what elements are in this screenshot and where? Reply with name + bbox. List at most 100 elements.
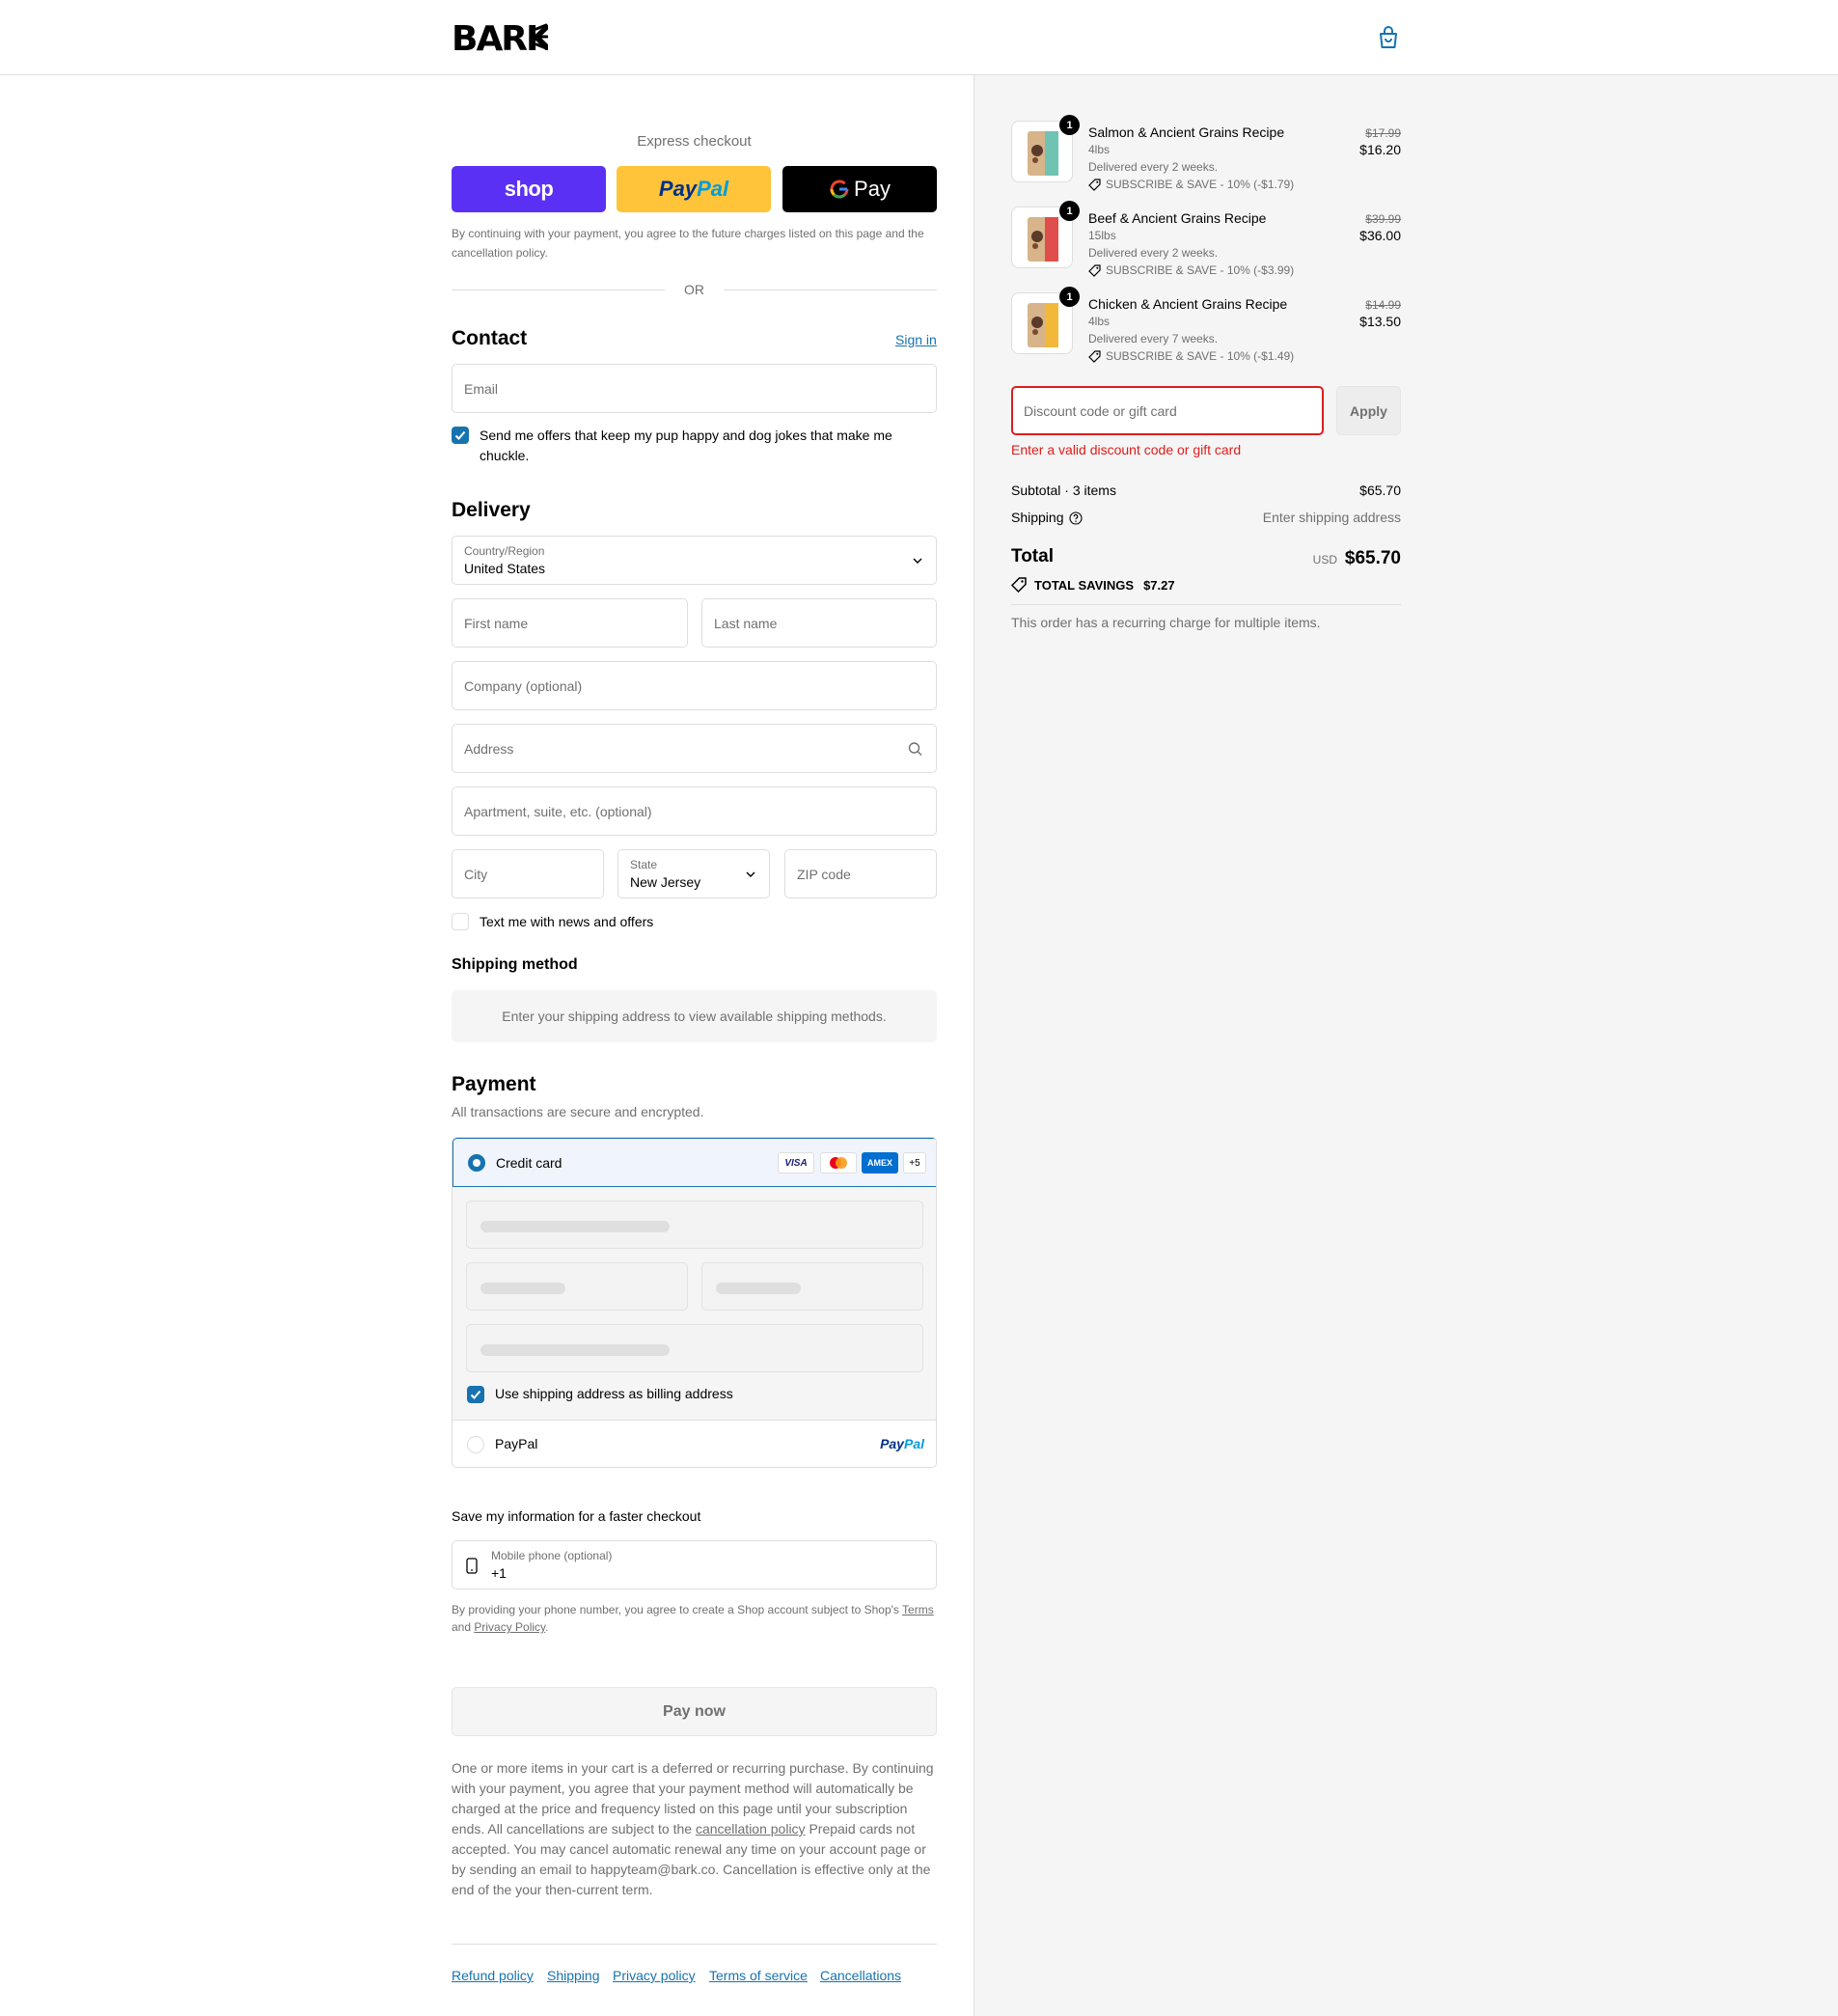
item-discount: SUBSCRIBE & SAVE - 10% (-$1.49) bbox=[1088, 349, 1294, 363]
footer: Refund policy Shipping Privacy policy Te… bbox=[452, 1944, 937, 1983]
item-price: $36.00 bbox=[1359, 228, 1401, 243]
offers-checkbox[interactable] bbox=[452, 427, 469, 447]
shipping-method-title: Shipping method bbox=[452, 956, 578, 973]
help-icon[interactable] bbox=[1069, 511, 1083, 525]
shop-pay-label: shop bbox=[504, 177, 554, 201]
total-savings-value: $7.27 bbox=[1143, 577, 1175, 593]
country-label: Country/Region bbox=[464, 544, 545, 558]
item-frequency: Delivered every 7 weeks. bbox=[1088, 332, 1219, 345]
recurring-charge-note: This order has a recurring charge for mu… bbox=[1011, 615, 1321, 630]
company-field[interactable]: Company (optional) bbox=[452, 661, 937, 710]
item-frequency: Delivered every 2 weeks. bbox=[1088, 160, 1219, 174]
state-value: New Jersey bbox=[630, 874, 701, 890]
paypal-logo-b: Pal bbox=[903, 1436, 924, 1451]
credit-card-label: Credit card bbox=[496, 1155, 562, 1171]
google-pay-button[interactable]: Pay bbox=[782, 166, 937, 212]
apartment-field[interactable]: Apartment, suite, etc. (optional) bbox=[452, 787, 937, 836]
item-original-price: $17.99 bbox=[1365, 126, 1401, 140]
currency-code: USD bbox=[1312, 553, 1337, 566]
cart-item: 1 Salmon & Ancient Grains Recipe 4lbs De… bbox=[1011, 115, 1401, 198]
privacy-policy-link[interactable]: Privacy policy bbox=[613, 1968, 696, 1983]
cancellations-link[interactable]: Cancellations bbox=[820, 1968, 901, 1983]
sign-in-link[interactable]: Sign in bbox=[895, 332, 937, 347]
contact-title: Contact bbox=[452, 327, 528, 349]
country-select[interactable]: Country/Region United States bbox=[452, 536, 937, 585]
shop-pay-button[interactable]: shop bbox=[452, 166, 606, 212]
expiry-field[interactable] bbox=[466, 1262, 688, 1311]
state-select[interactable]: State New Jersey bbox=[617, 849, 770, 898]
name-on-card-field[interactable] bbox=[466, 1324, 923, 1372]
total-label: Total bbox=[1011, 546, 1054, 566]
paypal-radio[interactable] bbox=[467, 1436, 484, 1453]
text-me-checkbox[interactable] bbox=[452, 913, 469, 933]
payment-title: Payment bbox=[452, 1073, 536, 1095]
amex-icon: AMEX bbox=[862, 1152, 898, 1174]
text-me-checkbox-box[interactable] bbox=[452, 913, 469, 930]
billing-label: Use shipping address as billing address bbox=[495, 1386, 733, 1401]
security-code-field[interactable] bbox=[701, 1262, 923, 1311]
zip-placeholder: ZIP code bbox=[797, 866, 851, 882]
tag-icon bbox=[1088, 349, 1101, 363]
mobile-phone-field[interactable]: Mobile phone (optional) +1 bbox=[452, 1540, 937, 1589]
last-name-field[interactable]: Last name bbox=[701, 598, 937, 648]
billing-checkbox[interactable] bbox=[467, 1386, 484, 1403]
credit-card-radio[interactable] bbox=[468, 1154, 485, 1172]
email-placeholder: Email bbox=[464, 380, 499, 397]
discount-code-input[interactable]: Discount code or gift card bbox=[1011, 386, 1324, 435]
item-name: Beef & Ancient Grains Recipe bbox=[1088, 210, 1267, 226]
cancellation-policy-link[interactable]: cancellation policy bbox=[696, 1821, 806, 1836]
shop-terms-link[interactable]: Terms bbox=[902, 1603, 934, 1616]
refund-policy-link[interactable]: Refund policy bbox=[452, 1968, 534, 1983]
shopping-bag-icon[interactable] bbox=[1378, 26, 1399, 49]
credit-card-option[interactable]: Credit card VISA AMEX +5 bbox=[453, 1138, 936, 1187]
cart-item: 1 Chicken & Ancient Grains Recipe 4lbs D… bbox=[1011, 287, 1401, 370]
state-label: State bbox=[630, 858, 658, 871]
tag-icon bbox=[1011, 577, 1027, 593]
item-original-price: $39.99 bbox=[1365, 212, 1401, 226]
shipping-row: Shipping Enter shipping address bbox=[1011, 510, 1401, 525]
item-discount: SUBSCRIBE & SAVE - 10% (-$1.79) bbox=[1088, 178, 1294, 191]
shop-privacy-link[interactable]: Privacy Policy bbox=[474, 1620, 545, 1634]
svg-text:BARK: BARK bbox=[452, 19, 548, 56]
shipping-link[interactable]: Shipping bbox=[547, 1968, 600, 1983]
express-checkout-label: Express checkout bbox=[637, 133, 752, 150]
shipping-label: Shipping bbox=[1011, 510, 1064, 525]
first-name-field[interactable]: First name bbox=[452, 598, 688, 648]
offers-checkbox-box[interactable] bbox=[452, 427, 469, 444]
chevron-down-icon bbox=[746, 871, 755, 877]
bark-logo[interactable]: BARK bbox=[452, 17, 548, 56]
email-field[interactable]: Email bbox=[452, 364, 937, 413]
google-pay-label: Pay bbox=[854, 177, 891, 201]
total-savings-label: TOTAL SAVINGS bbox=[1034, 577, 1135, 593]
check-icon bbox=[454, 430, 466, 440]
header: BARK bbox=[0, 0, 1838, 75]
city-field[interactable]: City bbox=[452, 849, 604, 898]
item-discount-text: SUBSCRIBE & SAVE - 10% (-$1.49) bbox=[1106, 349, 1295, 363]
card-number-field[interactable] bbox=[466, 1201, 923, 1249]
zip-field[interactable]: ZIP code bbox=[784, 849, 937, 898]
last-name-placeholder: Last name bbox=[714, 615, 778, 631]
quantity-badge: 1 bbox=[1059, 287, 1080, 307]
payment-methods: Credit card VISA AMEX +5 Use shipping ad… bbox=[452, 1137, 937, 1468]
paypal-option[interactable]: PayPal PayPal bbox=[453, 1420, 936, 1467]
address-placeholder: Address bbox=[464, 740, 514, 757]
mobile-phone-label: Mobile phone (optional) bbox=[491, 1549, 613, 1562]
chevron-down-icon bbox=[913, 558, 922, 564]
quantity-badge: 1 bbox=[1059, 115, 1080, 135]
paypal-logo: PayPal bbox=[880, 1436, 924, 1451]
pay-now-button[interactable]: Pay now bbox=[452, 1687, 937, 1736]
item-price: $13.50 bbox=[1359, 314, 1401, 329]
paypal-express-button[interactable]: Pay Pal bbox=[617, 166, 771, 212]
phone-icon bbox=[466, 1558, 478, 1574]
mastercard-icon bbox=[820, 1152, 857, 1174]
express-checkout-note: By continuing with your payment, you agr… bbox=[452, 227, 924, 260]
subtotal-row: Subtotal · 3 items $65.70 bbox=[1011, 483, 1401, 498]
cart-item: 1 Beef & Ancient Grains Recipe 15lbs Del… bbox=[1011, 201, 1401, 284]
first-name-placeholder: First name bbox=[464, 615, 529, 631]
or-text: OR bbox=[684, 282, 704, 297]
terms-of-service-link[interactable]: Terms of service bbox=[709, 1968, 808, 1983]
discount-error-message: Enter a valid discount code or gift card bbox=[1011, 442, 1242, 457]
apply-discount-button[interactable]: Apply bbox=[1336, 386, 1401, 435]
paypal-label-a: Pay bbox=[658, 177, 698, 201]
address-field[interactable]: Address bbox=[452, 724, 937, 773]
